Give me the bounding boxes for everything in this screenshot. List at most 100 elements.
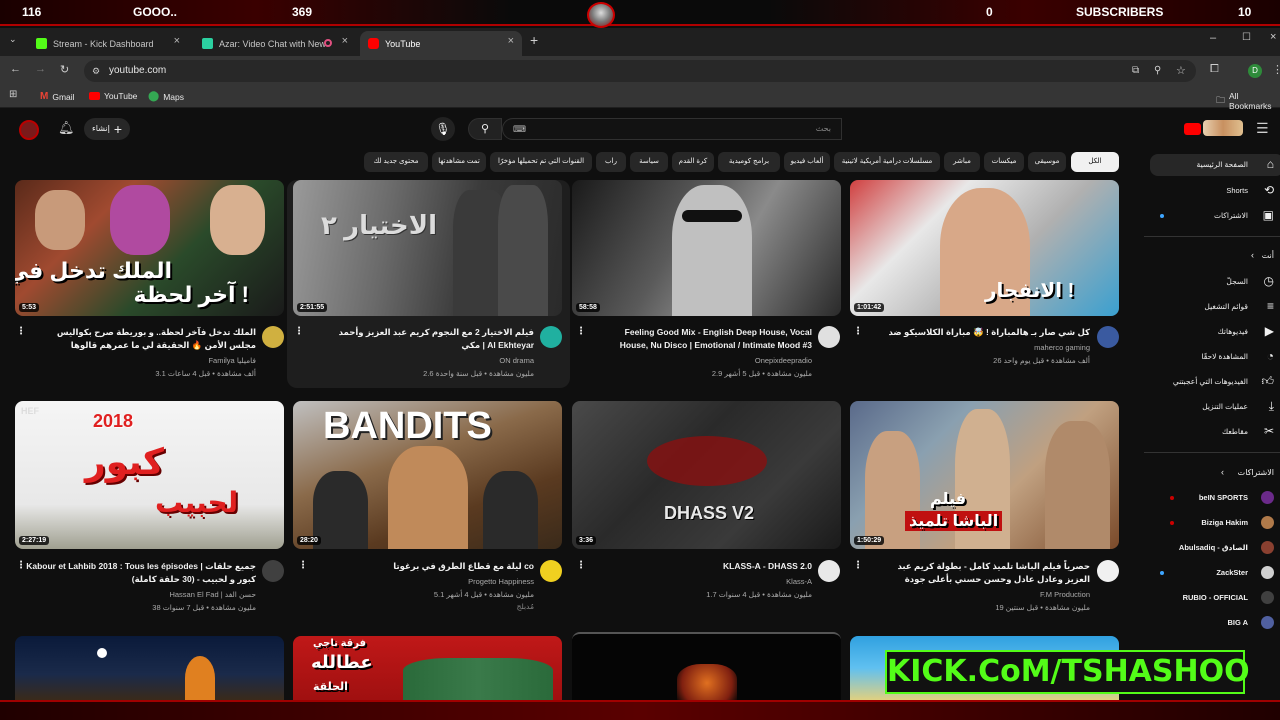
forward-icon[interactable]: → (35, 63, 46, 75)
channel-avatar[interactable] (1097, 326, 1119, 348)
sidebar-item-playlists[interactable]: قوائم التشغيل ≡ (1150, 296, 1280, 318)
more-options-icon[interactable]: ⋮ (853, 326, 863, 337)
extensions-icon[interactable]: ⧠ (1210, 63, 1219, 76)
maximize-icon[interactable]: ☐ (1242, 32, 1251, 43)
channel-name[interactable]: ON drama (318, 356, 534, 365)
chip-rap[interactable]: راب (596, 152, 626, 172)
sidebar-sub-bein[interactable]: beIN SPORTS (1150, 487, 1280, 509)
channel-avatar[interactable] (262, 326, 284, 348)
site-info-icon[interactable]: ⚙ (92, 60, 100, 82)
bookmark-gmail[interactable]: M Gmail (40, 91, 75, 102)
chip-all[interactable]: الكل (1071, 152, 1119, 172)
video-thumbnail[interactable]: HEF 2018 كبور لحبيب 2:27:19 (15, 401, 284, 549)
video-thumbnail[interactable]: الاختيار ٢ 2:51:55 (293, 180, 562, 316)
video-title[interactable]: فيلم الاختيار 2 مع النجوم كريم عبد العزي… (318, 326, 534, 352)
channel-name[interactable]: F.M Production (874, 590, 1090, 599)
video-thumbnail[interactable]: الملك تدخل في آخر لحظة ! 5:53 (15, 180, 284, 316)
video-thumbnail[interactable]: فرقة ناجي عطالله الحلقة (293, 636, 562, 700)
profile-avatar[interactable]: D (1248, 64, 1262, 78)
video-thumbnail[interactable] (572, 632, 841, 700)
apps-grid-icon[interactable]: ⊞ (9, 89, 17, 100)
video-thumbnail[interactable]: DHASS V2 3:36 (572, 401, 841, 549)
chrome-menu-icon[interactable]: ⋮ (1272, 63, 1280, 76)
chip-mixes[interactable]: ميكسات (984, 152, 1024, 172)
video-thumbnail[interactable] (15, 636, 284, 700)
youtube-logo-icon[interactable] (1184, 123, 1201, 135)
channel-avatar[interactable] (818, 560, 840, 582)
channel-name[interactable]: Progetto Happiness (318, 577, 534, 586)
more-options-icon[interactable]: ⋮ (16, 560, 26, 571)
install-app-icon[interactable]: ⧉ (1132, 60, 1139, 82)
voice-search-button[interactable]: 🎙︎ (431, 117, 455, 141)
close-tab-icon[interactable]: × (174, 35, 180, 47)
tab-kick-dashboard[interactable]: Stream - Kick Dashboard × (28, 31, 188, 56)
more-options-icon[interactable]: ⋮ (576, 326, 586, 337)
sidebar-item-downloads[interactable]: عمليات التنزيل ⤓ (1150, 396, 1280, 418)
video-thumbnail[interactable]: 58:58 (572, 180, 841, 316)
address-bar[interactable]: ⚙ youtube.com ⧉ ⚲ ☆ (84, 60, 1196, 82)
channel-name[interactable]: Familya فاميليا (40, 356, 256, 365)
chip-watched[interactable]: تمت مشاهدتها (432, 152, 486, 172)
more-options-icon[interactable]: ⋮ (576, 560, 586, 571)
channel-name[interactable]: Hassan El Fad | حسن الفد (40, 590, 256, 599)
menu-hamburger-icon[interactable]: ☰ (1256, 120, 1269, 137)
chip-politics[interactable]: سياسة (630, 152, 668, 172)
create-button[interactable]: + إنشاء (84, 118, 130, 140)
search-input[interactable]: بحث ⌨ (502, 118, 842, 140)
chip-comedy[interactable]: برامج كوميدية (718, 152, 780, 172)
sidebar-item-subscriptions[interactable]: الاشتراكات ▣ (1150, 205, 1280, 227)
sidebar-sub-zackster[interactable]: ZackSter (1150, 562, 1280, 584)
chip-new-to-you[interactable]: محتوى جديد لك (364, 152, 428, 172)
video-thumbnail[interactable]: الانفجار ! 1:01:42 (850, 180, 1119, 316)
chip-football[interactable]: كرة القدم (672, 152, 714, 172)
more-options-icon[interactable]: ⋮ (294, 326, 304, 337)
sidebar-sub-abulsadiq[interactable]: Abulsadiq - الصادق (1150, 537, 1280, 559)
close-tab-icon[interactable]: × (342, 35, 348, 47)
bookmark-maps[interactable]: ⬤ Maps (148, 91, 184, 102)
channel-avatar[interactable] (818, 326, 840, 348)
channel-avatar[interactable] (1097, 560, 1119, 582)
notifications-bell-icon[interactable]: 🔔︎ (58, 120, 75, 136)
sidebar-you-header[interactable]: أنت ‹ (1150, 245, 1280, 267)
channel-name[interactable]: Klass-A (596, 577, 812, 586)
sidebar-item-home[interactable]: الصفحة الرئيسية ⌂ (1150, 154, 1280, 176)
more-options-icon[interactable]: ⋮ (16, 326, 26, 337)
channel-avatar[interactable] (540, 560, 562, 582)
more-options-icon[interactable]: ⋮ (853, 560, 863, 571)
chip-telenovelas[interactable]: مسلسلات درامية أمريكية لاتينية (834, 152, 940, 172)
close-tab-icon[interactable]: × (508, 35, 514, 47)
video-title[interactable]: KLASS-A - DHASS 2.0 (596, 560, 812, 573)
chip-live[interactable]: مباشر (944, 152, 980, 172)
video-title[interactable]: الملك تدخل فآخر لحظة.. و بوريطة صرح بكوا… (40, 326, 256, 352)
sidebar-item-history[interactable]: السجلّ ◷ (1150, 271, 1280, 293)
channel-avatar[interactable] (540, 326, 562, 348)
sidebar-item-watch-later[interactable]: المشاهدة لاحقًا ◔ (1150, 346, 1280, 368)
sidebar-item-liked[interactable]: الفيديوهات التي أعجبتني 👍︎ (1150, 371, 1280, 393)
video-title[interactable]: ليلة مع قطاع الطرق في برغوتا co (318, 560, 534, 573)
all-bookmarks[interactable]: 🗀 All Bookmarks (1216, 91, 1280, 111)
sidebar-subscriptions-header[interactable]: الاشتراكات ‹ (1150, 462, 1280, 484)
new-tab-icon[interactable]: + (530, 32, 538, 48)
close-window-icon[interactable]: × (1270, 31, 1276, 43)
video-title[interactable]: كل شي صار بـ هالمباراة ! 🤯 مباراة الكلاس… (874, 326, 1091, 339)
video-thumbnail[interactable]: فيلم الباشا تلميذ 1:50:29 (850, 401, 1119, 549)
chip-music[interactable]: موسيقى (1028, 152, 1066, 172)
search-button[interactable]: ⚲ (468, 118, 502, 140)
minimize-icon[interactable]: – (1210, 32, 1216, 44)
channel-name[interactable]: maherco gaming (874, 343, 1090, 352)
tab-search-icon[interactable]: ⌄ (9, 34, 17, 45)
bookmark-star-icon[interactable]: ☆ (1176, 60, 1186, 82)
account-avatar[interactable] (19, 120, 39, 140)
doodle-logo[interactable] (1203, 120, 1243, 136)
video-title[interactable]: Kabour et Lahbib 2018 : Tous les épisode… (20, 560, 256, 586)
bookmark-youtube[interactable]: YouTube (89, 91, 137, 101)
sidebar-sub-big-a[interactable]: BIG A (1150, 612, 1280, 634)
sidebar-item-your-videos[interactable]: فيديوهاتك ▶ (1150, 321, 1280, 343)
channel-name[interactable]: Onepixdeepradio (596, 356, 812, 365)
video-title[interactable]: حصرياً فيلم الباشا تلميذ كامل - بطولة كر… (874, 560, 1090, 586)
reload-icon[interactable]: ↻ (60, 63, 69, 76)
chip-recently-uploaded[interactable]: القنوات التي تم تحميلها مؤخرًا (490, 152, 592, 172)
tab-azar[interactable]: Azar: Video Chat with New × (194, 31, 356, 56)
tab-youtube[interactable]: YouTube × (360, 31, 522, 56)
sidebar-sub-biziga[interactable]: Biziga Hakim (1150, 512, 1280, 534)
